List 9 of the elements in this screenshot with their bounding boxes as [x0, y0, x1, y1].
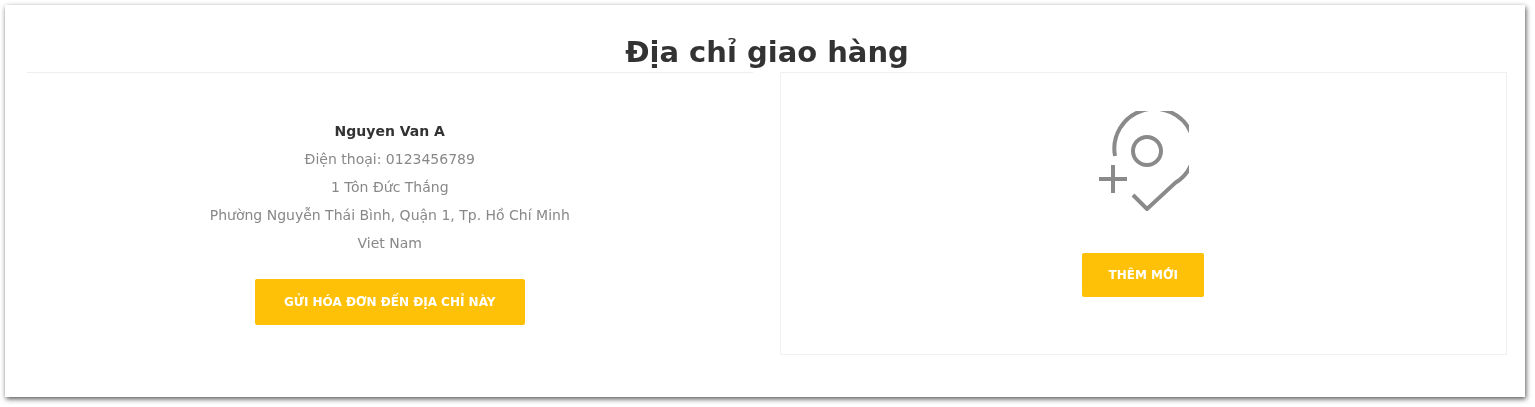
add-new-button[interactable]: THÊM MỚI	[1082, 253, 1205, 297]
address-line: 1 Tôn Đức Thắng	[330, 178, 449, 197]
recipient-name: Nguyen Van A	[334, 122, 445, 141]
address-line: Phường Nguyễn Thái Bình, Quận 1, Tp. Hồ Chí Minh	[209, 206, 570, 225]
address-line: Điện thoại: 0123456789	[304, 150, 475, 169]
add-location-icon	[1097, 111, 1190, 211]
send-invoice-button[interactable]: GỬI HÓA ĐƠN ĐẾN ĐỊA CHỈ NÀY	[254, 279, 525, 325]
page-title: Địa chỉ giao hàng	[624, 34, 910, 71]
address-line: Viet Nam	[357, 234, 422, 253]
